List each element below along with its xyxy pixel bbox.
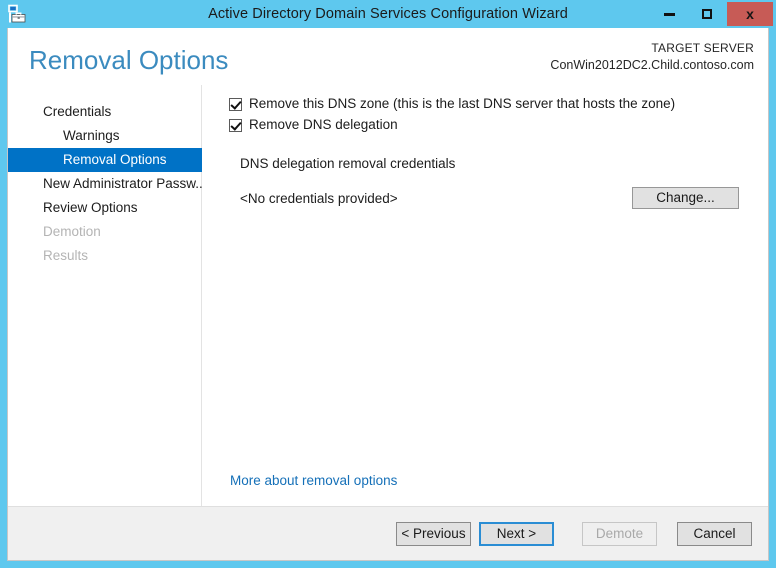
target-server-name: ConWin2012DC2.Child.contoso.com [550,57,754,72]
remove-dns-delegation-row: Remove DNS delegation [229,116,768,136]
credentials-row: <No credentials provided> Change... [202,187,768,209]
close-icon: x [746,6,754,22]
wizard-window: Active Directory Domain Services Configu… [0,0,776,568]
remove-dns-delegation-checkbox[interactable] [229,119,242,132]
change-credentials-button[interactable]: Change... [632,187,739,209]
maximize-button[interactable] [689,2,725,26]
demote-button: Demote [582,521,657,546]
sidebar-item-removal-options[interactable]: Removal Options [8,148,202,172]
wizard-steps-nav: Credentials Warnings Removal Options New… [8,85,202,506]
cancel-button[interactable]: Cancel [677,521,752,546]
more-about-removal-options-link[interactable]: More about removal options [230,473,397,488]
page-body: Credentials Warnings Removal Options New… [8,85,768,506]
page-header: Removal Options TARGET SERVER ConWin2012… [8,28,768,85]
content-panel: Remove this DNS zone (this is the last D… [202,85,768,506]
sidebar-item-new-administrator-password[interactable]: New Administrator Passw... [8,172,202,196]
minimize-icon [663,12,675,16]
client-area: Removal Options TARGET SERVER ConWin2012… [7,28,769,561]
page-title: Removal Options [29,45,229,75]
sidebar-item-review-options[interactable]: Review Options [8,196,202,220]
title-bar[interactable]: Active Directory Domain Services Configu… [0,0,776,28]
credentials-value: <No credentials provided> [240,190,398,206]
sidebar-item-warnings[interactable]: Warnings [8,124,202,148]
window-controls: x [651,2,773,26]
remove-dns-zone-label: Remove this DNS zone (this is the last D… [249,96,676,111]
remove-dns-zone-row: Remove this DNS zone (this is the last D… [229,95,768,115]
credentials-heading: DNS delegation removal credentials [240,156,456,171]
target-server-block: TARGET SERVER ConWin2012DC2.Child.contos… [550,41,754,73]
minimize-button[interactable] [651,2,687,26]
remove-dns-zone-checkbox[interactable] [229,98,242,111]
wizard-footer: < Previous Next > Demote Cancel [8,506,768,560]
sidebar-item-results: Results [43,248,89,263]
sidebar-item-credentials[interactable]: Credentials [8,100,202,124]
server-wizard-icon [8,4,26,23]
sidebar-item-demotion: Demotion [43,224,101,239]
next-button[interactable]: Next > [479,521,554,546]
close-button[interactable]: x [727,2,773,26]
target-server-label: TARGET SERVER [651,41,754,55]
maximize-icon [702,9,712,19]
remove-dns-delegation-label: Remove DNS delegation [249,117,398,132]
previous-button[interactable]: < Previous [396,521,471,546]
